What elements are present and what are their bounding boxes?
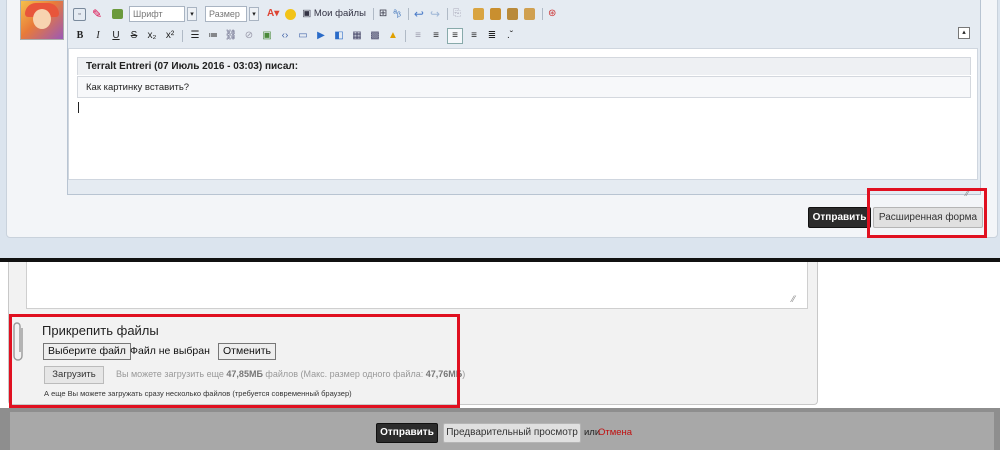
image-icon[interactable]: ▣ [260, 29, 274, 43]
find-icon[interactable]: ⊞ [379, 7, 387, 21]
spellcheck-icon[interactable]: ⊛ [548, 7, 556, 21]
paste-icon[interactable] [490, 8, 501, 20]
quote-body: Как картинку вставить? [77, 76, 971, 98]
link-icon[interactable]: ⛓ [224, 29, 238, 43]
undo-icon[interactable]: ↩ [414, 7, 424, 21]
chevron-down-icon[interactable]: ▾ [187, 7, 197, 21]
avatar [20, 0, 64, 40]
indent-icon[interactable]: ≣ [485, 29, 499, 43]
size-select[interactable]: Размер [205, 6, 247, 22]
smiley-icon[interactable] [285, 8, 297, 20]
paste-word-icon[interactable] [524, 8, 535, 20]
my-files-label: Мои файлы [313, 8, 366, 19]
quote-icon[interactable]: ▭ [296, 29, 310, 43]
font-select[interactable]: Шрифт [129, 6, 185, 22]
highlight-box-extended-form [867, 188, 987, 238]
bullet-list-icon[interactable]: ☰ [188, 29, 202, 43]
warning-icon[interactable]: ▲ [386, 29, 400, 43]
remove-format-icon[interactable] [112, 9, 123, 19]
redo-icon[interactable]: ↪ [430, 7, 440, 21]
send-button[interactable]: Отправить [808, 207, 871, 228]
source-icon[interactable]: ▫ [73, 7, 86, 21]
code-icon[interactable]: ‹› [278, 29, 292, 43]
paste-text-icon[interactable] [507, 8, 518, 20]
eraser-icon[interactable]: ✎ [92, 7, 106, 21]
text-color-icon[interactable]: A▾ [267, 7, 279, 21]
align-right-icon[interactable]: ≡ [467, 29, 481, 43]
align-center-icon[interactable]: ≡ [429, 29, 443, 43]
editor-toolbar-row-2: B I U S x₂ x² ☰ ≔ ⛓ ⊘ ▣ ‹› ▭ ▶ ◧ ▦ ▩ ▲ ≡… [73, 27, 521, 45]
replace-icon[interactable]: ᵃᵦ [393, 7, 401, 21]
message-textarea-extended[interactable] [26, 262, 808, 309]
italic-button[interactable]: I [91, 29, 105, 43]
align-justify-icon[interactable]: ≡ [447, 28, 463, 44]
underline-button[interactable]: U [109, 29, 123, 43]
chevron-down-icon[interactable]: ▾ [249, 7, 259, 21]
align-left-icon[interactable]: ≡ [411, 29, 425, 43]
media-icon[interactable]: ▶ [314, 29, 328, 43]
numbered-list-icon[interactable]: ≔ [206, 29, 220, 43]
cancel-link[interactable]: Отмена [598, 427, 632, 438]
preview-button[interactable]: Предварительный просмотр [443, 423, 581, 443]
collapse-toolbar-icon[interactable]: ▴ [958, 27, 970, 39]
more-icon[interactable]: .ˇ [503, 29, 517, 43]
cut-icon[interactable]: ⎘ [453, 7, 467, 21]
highlight-box-attachments [9, 314, 460, 408]
table-icon[interactable]: ▦ [350, 29, 364, 43]
bold-button[interactable]: B [73, 29, 87, 43]
unlink-icon[interactable]: ⊘ [242, 29, 256, 43]
quote-header: Terralt Entreri (07 Июль 2016 - 03:03) п… [77, 57, 971, 75]
subscript-button[interactable]: x₂ [145, 29, 159, 43]
strike-button[interactable]: S [127, 29, 141, 43]
message-textarea[interactable]: Terralt Entreri (07 Июль 2016 - 03:03) п… [68, 48, 978, 180]
editor-toolbar-row-1: ▫ ✎ Шрифт ▾ Размер ▾ A▾ ▣ Мои файлы ⊞ ᵃᵦ… [73, 5, 562, 23]
gallery-icon[interactable]: ▩ [368, 29, 382, 43]
superscript-button[interactable]: x² [163, 29, 177, 43]
resize-handle-icon[interactable]: ⁄⁄ [792, 294, 795, 304]
text-caret [78, 102, 79, 113]
spoiler-icon[interactable]: ◧ [332, 29, 346, 43]
send-button-bottom[interactable]: Отправить [376, 423, 438, 443]
copy-icon[interactable] [473, 8, 484, 20]
my-files-button[interactable]: ▣ Мои файлы [302, 7, 366, 21]
